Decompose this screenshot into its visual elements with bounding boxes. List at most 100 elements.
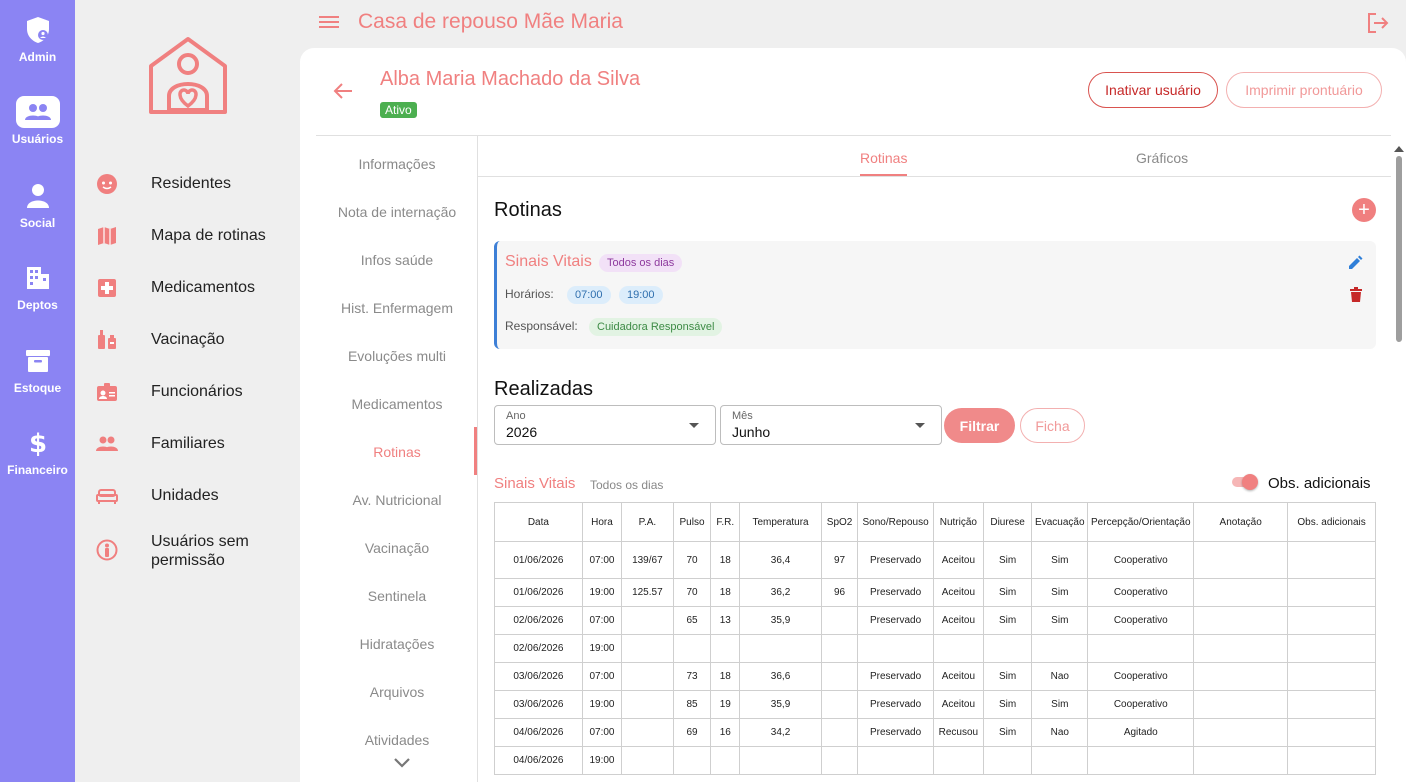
rail-item-financeiro[interactable]: $ Financeiro: [0, 427, 75, 477]
table-cell: 97: [820, 541, 859, 579]
table-cell: [982, 634, 1033, 663]
nav-item-medicamentos[interactable]: Medicamentos: [95, 276, 255, 300]
nav-item-familiares[interactable]: Familiares: [95, 432, 225, 456]
table-cell: Recusou: [932, 718, 984, 747]
table-cell: Sim: [1031, 606, 1089, 635]
imprimir-prontuario-button[interactable]: Imprimir prontuário: [1226, 72, 1382, 108]
nav-item-residentes[interactable]: Residentes: [95, 172, 231, 196]
table-row[interactable]: 04/06/2026 07:00 69 16 34,2 Preservado Recusou…: [494, 718, 1376, 747]
table-row[interactable]: 01/06/2026 19:00 125.57 70 18 36,2 96 Preservad…: [494, 578, 1376, 607]
menu-item-hidratacoes[interactable]: Hidratações: [316, 636, 478, 652]
delete-trash-icon[interactable]: [1349, 287, 1363, 308]
table-cell: [1287, 634, 1376, 663]
table-row[interactable]: 03/06/2026 19:00 85 19 35,9 Preservado Aceitou…: [494, 690, 1376, 719]
chevron-down-icon[interactable]: [392, 756, 412, 775]
menu-item-medicamentos[interactable]: Medicamentos: [316, 396, 478, 412]
menu-item-informacoes[interactable]: Informações: [316, 156, 478, 172]
edit-pencil-icon[interactable]: [1347, 255, 1363, 276]
menu-item-atividades[interactable]: Atividades: [316, 732, 478, 748]
table-row[interactable]: 01/06/2026 07:00 139/67 70 18 36,4 97 Preservad…: [494, 541, 1376, 579]
menu-item-vacinacao[interactable]: Vacinação: [316, 540, 478, 556]
rail-item-social[interactable]: Social: [0, 180, 75, 230]
nav-item-vacinacao[interactable]: Vacinação: [95, 328, 225, 352]
nav-item-funcionarios[interactable]: Funcionários: [95, 380, 243, 404]
rail-label: Deptos: [17, 298, 58, 312]
table-cell: 07:00: [581, 606, 623, 635]
column-header: Sono/Repouso: [857, 502, 934, 542]
menu-item-rotinas[interactable]: Rotinas: [316, 444, 478, 460]
menu-item-sentinela[interactable]: Sentinela: [316, 588, 478, 604]
table-cell: [1087, 634, 1195, 663]
nav-item-usuarios-sem-permissao[interactable]: Usuários sem permissão: [95, 530, 281, 570]
table-cell: 19: [710, 690, 741, 719]
person-icon: [16, 180, 60, 212]
table-cell: 02/06/2026: [494, 606, 583, 635]
menu-item-infos-saude[interactable]: Infos saúde: [316, 252, 478, 268]
ficha-button[interactable]: Ficha: [1020, 408, 1085, 443]
ano-select[interactable]: Ano 2026: [494, 405, 716, 445]
table-cell: [982, 746, 1033, 775]
back-arrow-icon[interactable]: [332, 80, 354, 107]
table-cell: 19:00: [581, 690, 623, 719]
responsavel-chip: Cuidadora Responsável: [589, 318, 723, 336]
table-cell: 34,2: [739, 718, 822, 747]
table-cell: Aceitou: [932, 541, 984, 579]
table-cell: Aceitou: [932, 578, 984, 607]
table-cell: [820, 634, 859, 663]
menu-item-evolucoes-multi[interactable]: Evoluções multi: [316, 348, 478, 364]
tab-rotinas[interactable]: Rotinas: [860, 150, 907, 166]
house-heart-logo: [147, 36, 229, 121]
column-header: SpO2: [820, 502, 859, 542]
obs-adicionais-toggle[interactable]: [1230, 474, 1260, 490]
table-row[interactable]: 03/06/2026 07:00 73 18 36,6 Preservado Aceitou…: [494, 662, 1376, 691]
scroll-up-arrow-icon[interactable]: [1394, 146, 1404, 152]
table-row[interactable]: 04/06/2026 19:00: [494, 746, 1376, 775]
mes-value: Junho: [732, 424, 771, 440]
rail-item-deptos[interactable]: Deptos: [0, 262, 75, 312]
table-cell: 13: [710, 606, 741, 635]
app-title: Casa de repouso Mãe Maria: [358, 10, 623, 33]
mes-label: Mês: [732, 410, 753, 422]
status-badge: Ativo: [380, 102, 417, 118]
bed-icon: [95, 484, 119, 508]
filtrar-button[interactable]: Filtrar: [944, 408, 1015, 443]
face-icon: [95, 172, 119, 196]
mes-select[interactable]: Mês Junho: [720, 405, 942, 445]
table-cell: [621, 662, 674, 691]
rail-item-estoque[interactable]: Estoque: [0, 345, 75, 395]
table-cell: Sim: [1031, 541, 1089, 579]
column-header: Diurese: [982, 502, 1033, 542]
add-routine-button[interactable]: +: [1352, 198, 1376, 222]
frequency-chip: Todos os dias: [599, 254, 683, 272]
rail-item-admin[interactable]: Admin: [0, 14, 75, 64]
routine-title: Sinais Vitais: [505, 253, 592, 270]
inativar-usuario-button[interactable]: Inativar usuário: [1088, 72, 1218, 108]
table-cell: 01/06/2026: [494, 578, 583, 607]
table-row[interactable]: 02/06/2026 19:00: [494, 634, 1376, 663]
people-icon: [95, 432, 119, 456]
nav-item-unidades[interactable]: Unidades: [95, 484, 219, 508]
rail-item-usuarios[interactable]: Usuários: [0, 96, 75, 146]
tab-graficos[interactable]: Gráficos: [1136, 150, 1188, 166]
patient-card: Alba Maria Machado da Silva Ativo Inativ…: [300, 48, 1406, 782]
table-cell: [710, 634, 741, 663]
nav-item-mapa-rotinas[interactable]: Mapa de rotinas: [95, 224, 266, 248]
logout-icon[interactable]: [1366, 12, 1390, 39]
nav-label: Vacinação: [151, 331, 225, 348]
scrollbar-thumb[interactable]: [1396, 156, 1402, 342]
table-cell: 139/67: [621, 541, 674, 579]
menu-item-av-nutricional[interactable]: Av. Nutricional: [316, 492, 478, 508]
table-row[interactable]: 02/06/2026 07:00 65 13 35,9 Preservado Aceitou…: [494, 606, 1376, 635]
menu-item-hist-enfermagem[interactable]: Hist. Enfermagem: [316, 300, 478, 316]
table-cell: Nao: [1031, 662, 1089, 691]
table-cell: [932, 746, 984, 775]
table-cell: 36,2: [739, 578, 822, 607]
menu-item-nota-internacao[interactable]: Nota de internação: [316, 204, 478, 220]
table-cell: 03/06/2026: [494, 690, 583, 719]
nav-label: Residentes: [151, 175, 232, 192]
table-cell: [932, 634, 984, 663]
table-cell: [1193, 746, 1289, 775]
menu-icon[interactable]: [318, 12, 340, 37]
menu-item-arquivos[interactable]: Arquivos: [316, 684, 478, 700]
column-header: Percepção/Orientação: [1087, 502, 1195, 542]
